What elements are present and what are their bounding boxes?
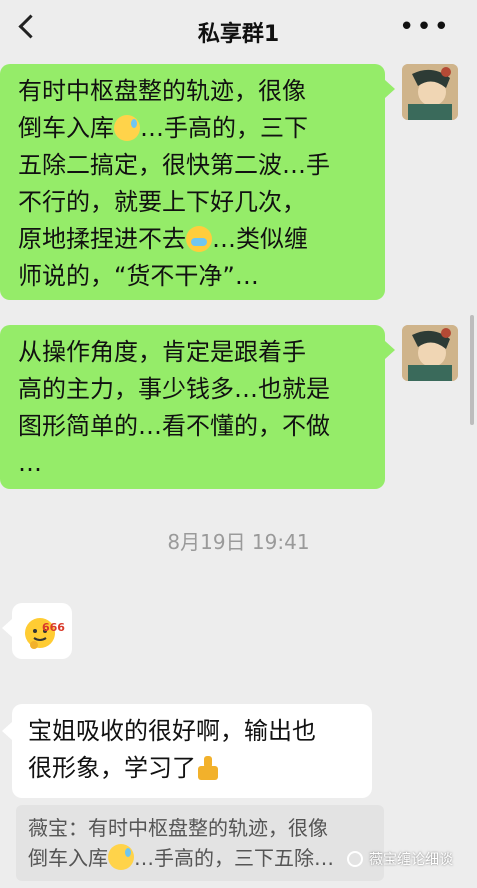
message-line: 薇宝：有时中枢盘整的轨迹，很像 — [28, 816, 328, 840]
sweat-smile-emoji — [108, 844, 134, 870]
watermark-text: 薇宝缠论细谈 — [369, 852, 453, 868]
quoted-text: 薇宝：有时中枢盘整的轨迹，很像 倒车入库 …手高的，三下五除… — [28, 813, 372, 873]
message-line: 很形象，学习了 — [28, 750, 316, 787]
message-line: 图形简单的…看不懂的，不做 — [18, 412, 330, 440]
watermark-icon — [347, 851, 363, 867]
message-line: 五除二搞定，很快第二波…手 — [18, 151, 330, 179]
message-line: 倒车入库 …手高的，三下 — [18, 114, 308, 142]
bubble-tail — [2, 722, 12, 740]
sticker-label: 666 — [42, 621, 65, 634]
message-line: 高的主力，事少钱多…也就是 — [18, 375, 330, 403]
quoted-message[interactable]: 薇宝：有时中枢盘整的轨迹，很像 倒车入库 …手高的，三下五除… — [16, 805, 384, 881]
message-text: 有时中枢盘整的轨迹，很像 倒车入库 …手高的，三下 五除二搞定，很快第二波…手 不行的，… — [18, 73, 330, 295]
bubble-tail — [385, 80, 395, 98]
chat-header: 私享群1 ••• — [0, 0, 477, 62]
more-icon[interactable]: ••• — [399, 14, 451, 40]
thumbs-up-emoji — [196, 756, 220, 780]
avatar[interactable] — [402, 325, 458, 381]
message-line: 师说的，“货不干净”… — [18, 262, 259, 290]
message-timestamp: 8月19日 19:41 — [167, 530, 310, 554]
message-bubble[interactable]: 有时中枢盘整的轨迹，很像 倒车入库 …手高的，三下 五除二搞定，很快第二波…手 不行的，… — [0, 64, 385, 300]
bubble-tail — [385, 341, 395, 359]
watermark: 薇宝缠论细谈 — [347, 849, 453, 869]
message-line: 有时中枢盘整的轨迹，很像 — [18, 77, 306, 105]
sweat-smile-emoji — [114, 115, 140, 141]
message-line: 原地揉捏进不去 …类似缠 — [18, 225, 308, 253]
sticker-bubble[interactable]: 666 — [12, 603, 72, 659]
avatar[interactable] — [402, 64, 458, 120]
message-bubble[interactable]: 从操作角度，肯定是跟着手 高的主力，事少钱多…也就是 图形简单的…看不懂的，不做 … — [0, 325, 385, 489]
message-bubble[interactable]: 宝姐吸收的很好啊，输出也很形象，学习了 — [12, 704, 372, 798]
chat-window: 私享群1 ••• 有时中枢盘整的轨迹，很像 倒车入库 …手高的，三下 五除二搞定，很快… — [0, 0, 477, 888]
message-line: 宝姐吸收的很好啊，输出也 — [28, 717, 316, 745]
message-line: 从操作角度，肯定是跟着手 — [18, 338, 306, 366]
message-text: 从操作角度，肯定是跟着手 高的主力，事少钱多…也就是 图形简单的…看不懂的，不做 … — [18, 334, 330, 482]
message-line: 不行的，就要上下好几次， — [18, 188, 306, 216]
message-text: 宝姐吸收的很好啊，输出也很形象，学习了 — [28, 713, 316, 787]
message-line: … — [18, 449, 42, 477]
message-line: 倒车入库 …手高的，三下五除… — [28, 844, 334, 870]
bubble-tail — [2, 619, 12, 637]
cry-laugh-emoji — [186, 226, 212, 252]
scrollbar[interactable] — [470, 315, 474, 425]
